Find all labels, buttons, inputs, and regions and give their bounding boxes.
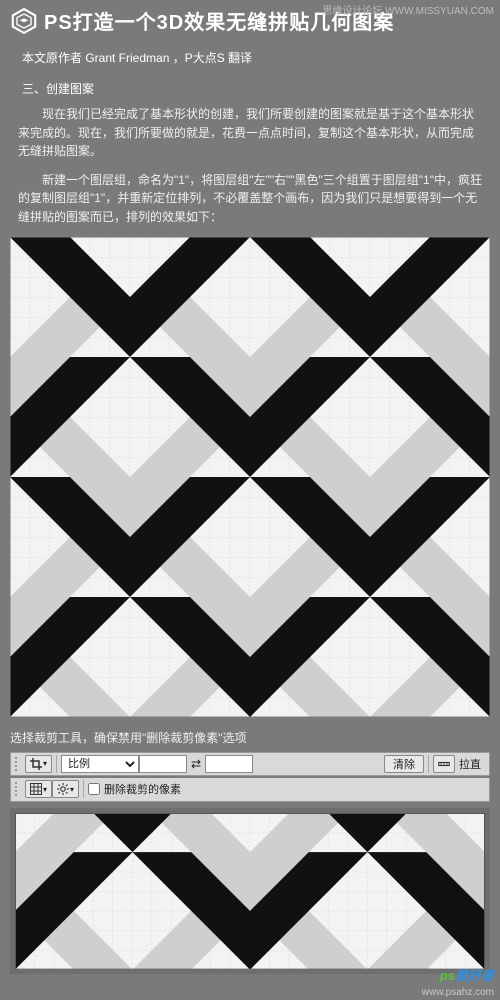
swap-icon[interactable]: ⇄	[187, 757, 205, 771]
ratio-mode-select[interactable]: 比例	[61, 755, 139, 773]
straighten-icon	[438, 758, 450, 770]
watermark-ps: ps	[440, 968, 455, 983]
paragraph-1: 现在我们已经完成了基本形状的创建，我们所要创建的图案就是基于这个基本形状来完成的…	[0, 101, 500, 167]
grid-icon	[30, 783, 42, 795]
pattern-canvas-crop	[15, 813, 485, 970]
forum-credit: 思缘设计论坛 WWW.MISSYUAN.COM	[322, 2, 494, 17]
straighten-button[interactable]	[433, 755, 455, 773]
overlay-grid-button[interactable]: ▾	[25, 780, 52, 798]
section-title: 三、创建图案	[0, 74, 500, 101]
watermark-url: www.psahz.com	[422, 987, 494, 998]
grip-icon	[15, 782, 21, 796]
ratio-width-input[interactable]	[139, 755, 187, 773]
crop-toolbar: ▾ 比例 ⇄ 清除 拉直	[10, 752, 490, 776]
crop-tool-button[interactable]: ▾	[25, 755, 52, 773]
options-gear-button[interactable]: ▾	[52, 780, 79, 798]
separator	[428, 755, 429, 773]
ratio-height-input[interactable]	[205, 755, 253, 773]
author-line: 本文原作者 Grant Friedman ，P大点S 翻译	[0, 39, 500, 74]
separator	[83, 780, 84, 798]
chevron-down-icon: ▾	[70, 785, 74, 794]
crop-preview-frame	[10, 808, 490, 975]
pattern-canvas-large	[10, 237, 490, 717]
chevron-down-icon: ▾	[43, 759, 47, 768]
separator	[56, 755, 57, 773]
clear-button[interactable]: 清除	[384, 755, 424, 773]
delete-cropped-pixels-label: 删除裁剪的像素	[100, 781, 185, 797]
crop-icon	[30, 758, 42, 770]
watermark-cn: 爱好者	[455, 968, 494, 983]
crop-toolbar-row2: ▾ ▾ 删除裁剪的像素	[10, 778, 490, 802]
delete-cropped-pixels-checkbox[interactable]	[88, 783, 100, 795]
caption-crop: 选择裁剪工具，确保禁用"删除裁剪像素"选项	[0, 723, 500, 752]
site-watermark: ps爱好者 www.psahz.com	[422, 969, 494, 998]
grip-icon	[15, 757, 21, 771]
gear-icon	[57, 783, 69, 795]
logo-icon	[10, 7, 38, 35]
chevron-down-icon: ▾	[43, 785, 47, 794]
straighten-label: 拉直	[455, 756, 485, 772]
paragraph-2: 新建一个图层组，命名为"1"，将图层组"左""右""黑色"三个组置于图层组"1"…	[0, 167, 500, 233]
